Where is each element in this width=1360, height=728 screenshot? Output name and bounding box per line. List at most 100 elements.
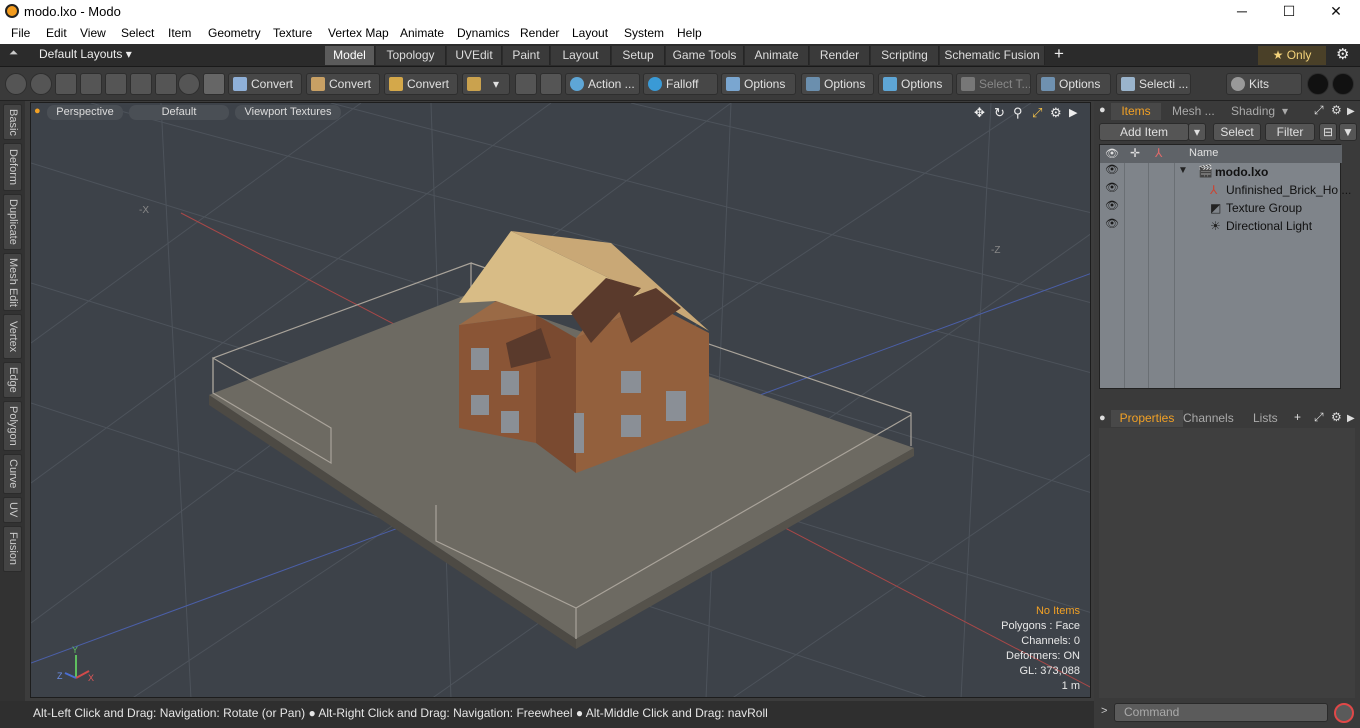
- add-item-button[interactable]: Add Item: [1099, 123, 1189, 141]
- viewport-expand-icon[interactable]: ▶: [1069, 106, 1077, 119]
- viewport-view-menu[interactable]: Perspective: [47, 105, 123, 120]
- left-tab-edge[interactable]: Edge: [3, 362, 22, 398]
- kits-button[interactable]: Kits: [1226, 73, 1302, 95]
- item-row-texture-group[interactable]: 👁 ◩ Texture Group: [1100, 199, 1342, 217]
- lasso-icon[interactable]: [55, 73, 77, 95]
- panel-tabs-dropdown-icon[interactable]: ▾: [1282, 103, 1288, 120]
- item-row-scene[interactable]: 👁 ▼ 🎬 modo.lxo: [1100, 163, 1342, 181]
- polygon-select-icon[interactable]: [130, 73, 152, 95]
- properties-panel-menu-icon[interactable]: ●: [1099, 412, 1106, 424]
- menu-file[interactable]: File: [11, 26, 30, 40]
- menu-layout[interactable]: Layout: [572, 26, 608, 40]
- tab-shading[interactable]: Shading: [1231, 103, 1275, 120]
- menu-help[interactable]: Help: [677, 26, 702, 40]
- action-center-button[interactable]: Action ...: [565, 73, 640, 95]
- tab-scripting[interactable]: Scripting: [871, 46, 939, 65]
- close-button[interactable]: ✕: [1313, 0, 1359, 23]
- eye-icon[interactable]: 👁: [1100, 217, 1124, 235]
- tab-paint[interactable]: Paint: [503, 46, 550, 65]
- panel-expand-icon[interactable]: ▶: [1347, 103, 1355, 120]
- filter-button[interactable]: Filter: [1265, 123, 1315, 141]
- menu-view[interactable]: View: [80, 26, 106, 40]
- add-item-dropdown-icon[interactable]: ▾: [1188, 123, 1206, 141]
- panel-gear-icon[interactable]: ⚙: [1331, 102, 1342, 119]
- menu-select[interactable]: Select: [121, 26, 154, 40]
- add-properties-tab-button[interactable]: +: [1294, 409, 1301, 426]
- symmetry-icon[interactable]: [515, 73, 537, 95]
- snapping-icon[interactable]: [540, 73, 562, 95]
- edge-select-icon[interactable]: [105, 73, 127, 95]
- convert-button-2[interactable]: Convert: [306, 73, 380, 95]
- convert-button-1[interactable]: Convert: [228, 73, 302, 95]
- primitive-dropdown[interactable]: ▾: [462, 73, 510, 95]
- left-tab-duplicate[interactable]: Duplicate: [3, 194, 22, 250]
- options-button-2[interactable]: Options: [801, 73, 874, 95]
- only-toggle-button[interactable]: ★ Only: [1258, 46, 1326, 65]
- left-tab-curve[interactable]: Curve: [3, 454, 22, 494]
- menu-dynamics[interactable]: Dynamics: [457, 26, 510, 40]
- pivot-icon[interactable]: [178, 73, 200, 95]
- panel-maximize-icon[interactable]: ⤢: [1314, 102, 1324, 119]
- name-column-header[interactable]: Name: [1189, 147, 1218, 159]
- lock-column-icon[interactable]: ✛: [1130, 146, 1140, 160]
- visibility-column-icon[interactable]: 👁: [1105, 147, 1119, 160]
- tab-uvedit[interactable]: UVEdit: [447, 46, 502, 65]
- menu-geometry[interactable]: Geometry: [208, 26, 261, 40]
- tab-lists[interactable]: Lists: [1253, 410, 1278, 427]
- left-tab-fusion[interactable]: Fusion: [3, 526, 22, 572]
- globe-select-icon[interactable]: [30, 73, 52, 95]
- convert-button-3[interactable]: Convert: [384, 73, 458, 95]
- unreal-icon[interactable]: [1332, 73, 1354, 95]
- record-macro-icon[interactable]: [1334, 703, 1354, 723]
- brush-icon[interactable]: [80, 73, 102, 95]
- items-panel-menu-icon[interactable]: ●: [1099, 104, 1106, 116]
- layout-selector[interactable]: Default Layouts ▾: [39, 47, 132, 61]
- material-select-icon[interactable]: [155, 73, 177, 95]
- tab-render[interactable]: Render: [810, 46, 870, 65]
- item-row-mesh[interactable]: 👁 ⅄ Unfinished_Brick_Ho ...: [1100, 181, 1351, 199]
- left-tab-uv[interactable]: UV: [3, 497, 22, 523]
- eye-icon[interactable]: 👁: [1100, 163, 1124, 181]
- options-button-3[interactable]: Options: [878, 73, 953, 95]
- left-tab-deform[interactable]: Deform: [3, 143, 22, 191]
- left-tab-polygon[interactable]: Polygon: [3, 401, 22, 451]
- layout-gear-icon[interactable]: ⚙: [1336, 45, 1349, 63]
- tab-properties[interactable]: Properties: [1111, 410, 1183, 427]
- tab-schematic-fusion[interactable]: Schematic Fusion: [940, 46, 1045, 65]
- menu-edit[interactable]: Edit: [46, 26, 67, 40]
- maximize-button[interactable]: ☐: [1266, 0, 1312, 23]
- item-mode-icon[interactable]: [203, 73, 225, 95]
- command-input[interactable]: Command: [1114, 703, 1328, 722]
- options-button-4[interactable]: Options: [1036, 73, 1111, 95]
- filter-funnel-icon[interactable]: ▼: [1339, 123, 1357, 141]
- properties-expand-icon[interactable]: ▶: [1347, 410, 1355, 427]
- minimize-button[interactable]: ─: [1219, 0, 1265, 23]
- menu-animate[interactable]: Animate: [400, 26, 444, 40]
- eye-icon[interactable]: 👁: [1100, 181, 1124, 199]
- viewport-textures-menu[interactable]: Viewport Textures: [235, 105, 341, 120]
- menu-render[interactable]: Render: [520, 26, 559, 40]
- viewport-gear-icon[interactable]: ⚙: [1050, 105, 1062, 121]
- menu-vertex-map[interactable]: Vertex Map: [328, 26, 389, 40]
- viewport-menu-icon[interactable]: ●: [34, 105, 41, 117]
- select-button[interactable]: Select: [1213, 123, 1261, 141]
- list-options-icon[interactable]: ⊟: [1319, 123, 1337, 141]
- left-tab-vertex[interactable]: Vertex: [3, 314, 22, 359]
- tab-items[interactable]: Items: [1111, 103, 1161, 120]
- tab-game-tools[interactable]: Game Tools: [666, 46, 744, 65]
- expand-arrow-icon[interactable]: ▼: [1178, 165, 1188, 176]
- menu-item[interactable]: Item: [168, 26, 191, 40]
- tab-model[interactable]: Model: [325, 46, 375, 65]
- 3d-viewport[interactable]: ● Perspective Default Viewport Textures …: [30, 102, 1091, 698]
- rotate-view-icon[interactable]: ↻: [994, 105, 1005, 121]
- selection-sets-button[interactable]: Selecti ...: [1116, 73, 1191, 95]
- select-through-button[interactable]: Select T...: [956, 73, 1031, 95]
- zoom-icon[interactable]: ⚲: [1013, 105, 1023, 121]
- tab-mesh[interactable]: Mesh ...: [1172, 103, 1215, 120]
- viewport-shading-menu[interactable]: Default: [129, 105, 229, 120]
- axis-column-icon[interactable]: ⅄: [1155, 146, 1162, 160]
- tab-layout[interactable]: Layout: [551, 46, 611, 65]
- menu-texture[interactable]: Texture: [273, 26, 312, 40]
- pan-icon[interactable]: ✥: [974, 105, 985, 121]
- left-tab-basic[interactable]: Basic: [3, 104, 22, 140]
